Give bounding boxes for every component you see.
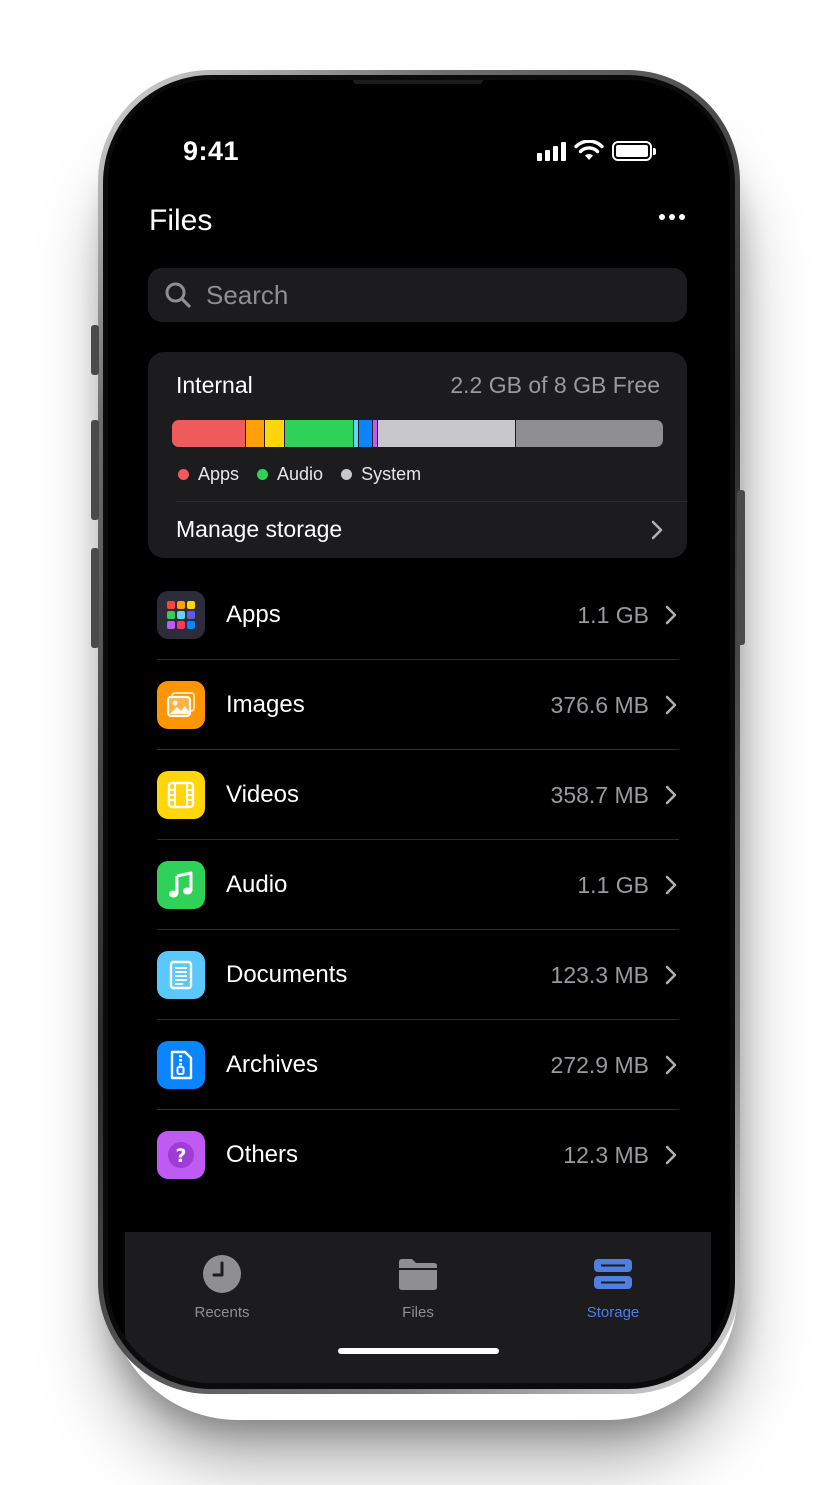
- tab-label: Files: [402, 1304, 434, 1321]
- legend-item: Audio: [257, 464, 323, 485]
- category-label: Videos: [226, 781, 299, 808]
- chevron-right-icon: [663, 1054, 679, 1076]
- phone-screen: 9:41 Files Internal 2.2 GB of 8 GB Free …: [108, 80, 730, 1383]
- category-label: Apps: [226, 601, 281, 628]
- speaker-notch: [353, 80, 483, 84]
- more-horizontal-icon[interactable]: [659, 214, 685, 220]
- category-label: Documents: [226, 961, 348, 988]
- action-button: [91, 325, 99, 375]
- legend-item: System: [341, 464, 421, 485]
- legend-label: Apps: [198, 464, 240, 484]
- category-row-apps[interactable]: Apps 1.1 GB: [157, 570, 679, 660]
- tab-storage[interactable]: Storage: [553, 1252, 673, 1321]
- legend-dot-icon: [257, 469, 269, 480]
- storage-usage-bar: [172, 420, 663, 447]
- volume-up-button: [91, 420, 99, 520]
- folder-icon: [397, 1252, 439, 1296]
- battery-icon: [612, 141, 656, 161]
- volume-down-button: [91, 548, 99, 648]
- category-label: Others: [226, 1141, 299, 1168]
- category-row-others[interactable]: ? Others 12.3 MB: [157, 1110, 679, 1200]
- image-icon: [157, 681, 205, 729]
- category-size: 358.7 MB: [550, 781, 649, 808]
- storage-segment: [172, 420, 246, 447]
- manage-storage-label: Manage storage: [176, 516, 343, 542]
- film-icon: [157, 771, 205, 819]
- chevron-right-icon: [663, 784, 679, 806]
- home-indicator[interactable]: [338, 1348, 499, 1354]
- category-row-images[interactable]: Images 376.6 MB: [157, 660, 679, 750]
- category-size: 1.1 GB: [577, 871, 649, 898]
- wifi-icon: [574, 140, 604, 160]
- tab-recents[interactable]: Recents: [162, 1252, 282, 1321]
- storage-segment: [358, 420, 374, 447]
- search-input[interactable]: [206, 279, 646, 311]
- archive-zip-icon: [157, 1041, 205, 1089]
- question-icon: ?: [157, 1131, 205, 1179]
- legend-dot-icon: [178, 469, 189, 480]
- chevron-right-icon: [663, 964, 679, 986]
- category-label: Images: [226, 691, 305, 718]
- apps-grid-icon: [157, 591, 205, 639]
- chevron-right-icon: [663, 1144, 679, 1166]
- tab-bar: Recents Files Storage: [125, 1232, 711, 1383]
- category-size: 272.9 MB: [550, 1051, 649, 1078]
- tab-files[interactable]: Files: [358, 1252, 478, 1321]
- manage-storage-button[interactable]: Manage storage: [176, 501, 665, 558]
- chevron-right-icon: [649, 519, 665, 541]
- clock-icon: [202, 1252, 242, 1296]
- page-title: Files: [149, 204, 213, 237]
- chevron-right-icon: [663, 604, 679, 626]
- storage-card: Internal 2.2 GB of 8 GB Free Apps Audio Sy…: [148, 352, 687, 558]
- category-label: Audio: [226, 871, 288, 898]
- legend-item: Apps: [178, 464, 239, 485]
- storage-segment: [284, 420, 354, 447]
- storage-icon: [592, 1252, 634, 1296]
- category-size: 1.1 GB: [577, 601, 649, 628]
- status-time: 9:41: [183, 136, 240, 166]
- cellular-signal-icon: [537, 141, 566, 161]
- storage-segment: [265, 420, 285, 447]
- music-note-icon: [157, 861, 205, 909]
- category-row-videos[interactable]: Videos 358.7 MB: [157, 750, 679, 840]
- storage-segment: [378, 420, 516, 447]
- storage-header: Internal 2.2 GB of 8 GB Free: [176, 372, 660, 399]
- category-label: Archives: [226, 1051, 319, 1078]
- category-row-audio[interactable]: Audio 1.1 GB: [157, 840, 679, 930]
- category-list: Apps 1.1 GB Images 376.6 MB Videos 358.7 MB Au…: [157, 570, 679, 1200]
- storage-legend: Apps Audio System: [178, 464, 421, 485]
- search-bar[interactable]: [148, 268, 687, 322]
- category-row-documents[interactable]: Documents 123.3 MB: [157, 930, 679, 1020]
- category-size: 376.6 MB: [550, 691, 649, 718]
- chevron-right-icon: [663, 874, 679, 896]
- storage-segment: [245, 420, 266, 447]
- category-size: 123.3 MB: [550, 961, 649, 988]
- category-row-archives[interactable]: Archives 272.9 MB: [157, 1020, 679, 1110]
- document-icon: [157, 951, 205, 999]
- status-icons: [537, 140, 656, 162]
- power-button: [737, 490, 745, 645]
- storage-free-text: 2.2 GB of 8 GB Free: [450, 372, 660, 398]
- svg-text:?: ?: [175, 1145, 186, 1167]
- tab-label: Recents: [194, 1304, 250, 1321]
- storage-name: Internal: [176, 372, 253, 398]
- legend-label: System: [361, 464, 422, 484]
- search-icon: [165, 282, 191, 308]
- category-size: 12.3 MB: [563, 1141, 649, 1168]
- tab-label: Storage: [586, 1304, 640, 1321]
- legend-dot-icon: [341, 469, 353, 480]
- chevron-right-icon: [663, 694, 679, 716]
- legend-label: Audio: [277, 464, 324, 484]
